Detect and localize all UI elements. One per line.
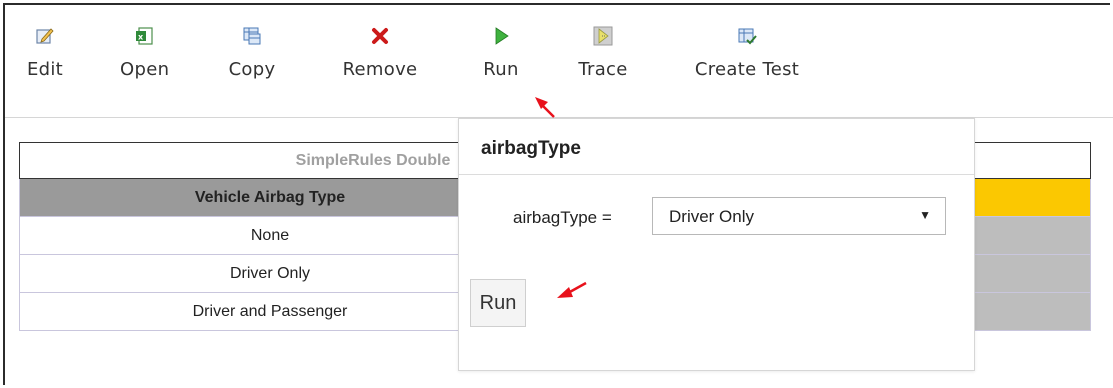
run-button[interactable]: Run (470, 279, 526, 327)
table-cell: Driver and Passenger (19, 292, 521, 331)
airbag-type-select[interactable]: Driver Only ▼ (652, 197, 946, 235)
popup-title: airbagType (481, 138, 581, 159)
trace-button[interactable]: Trace (572, 26, 634, 80)
create-test-button[interactable]: Create Test (683, 26, 811, 80)
svg-text:x: x (138, 33, 144, 42)
select-value: Driver Only (669, 207, 755, 226)
edit-label: Edit (26, 59, 64, 80)
edit-button[interactable]: Edit (25, 26, 65, 80)
run-popup: airbagType airbagType = Driver Only ▼ Ru… (458, 118, 975, 371)
edit-icon (36, 28, 54, 44)
table-cell: None (19, 216, 521, 255)
table-title-text: SimpleRules Double (295, 151, 451, 169)
remove-x-icon (372, 28, 388, 44)
create-test-label: Create Test (694, 59, 800, 80)
open-button[interactable]: x Open (120, 26, 170, 80)
trace-icon (593, 26, 613, 46)
create-test-icon (738, 28, 757, 45)
trace-label: Trace (578, 59, 628, 80)
copy-label: Copy (228, 59, 276, 80)
dropdown-arrow-icon: ▼ (919, 208, 931, 222)
column-header: Vehicle Airbag Type (19, 178, 521, 217)
run-toolbar-button[interactable]: Run (479, 26, 523, 80)
open-label: Open (120, 59, 170, 80)
table-cell: Driver Only (19, 254, 521, 293)
parameter-label: airbagType = (513, 208, 612, 227)
remove-button[interactable]: Remove (334, 26, 426, 80)
copy-table-icon (243, 27, 261, 45)
run-play-icon (495, 27, 509, 45)
remove-label: Remove (342, 59, 418, 80)
run-label: Run (483, 59, 519, 80)
excel-icon: x (136, 27, 153, 45)
copy-button[interactable]: Copy (228, 26, 276, 80)
column-header-text: Vehicle Airbag Type (194, 188, 346, 206)
